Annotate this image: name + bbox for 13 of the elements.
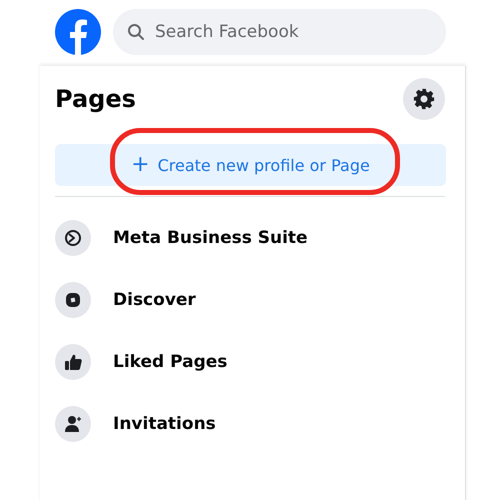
create-page-button[interactable]: + Create new profile or Page [55, 144, 446, 186]
menu-item-label[interactable]: Liked Pages [113, 352, 228, 372]
person-add-icon[interactable] [55, 406, 91, 442]
settings-button[interactable] [403, 78, 445, 120]
search-field[interactable]: Search Facebook [113, 9, 446, 55]
panel-title: Pages [55, 85, 136, 113]
facebook-logo[interactable] [55, 9, 101, 55]
menu-item-label[interactable]: Meta Business Suite [113, 228, 308, 248]
menu-item-label[interactable]: Discover [113, 290, 196, 310]
menu-item-label[interactable]: Invitations [113, 414, 216, 434]
settings-icon [413, 88, 435, 110]
circle-chevron-icon[interactable] [55, 220, 91, 256]
thumbs-up-icon[interactable] [55, 344, 91, 380]
